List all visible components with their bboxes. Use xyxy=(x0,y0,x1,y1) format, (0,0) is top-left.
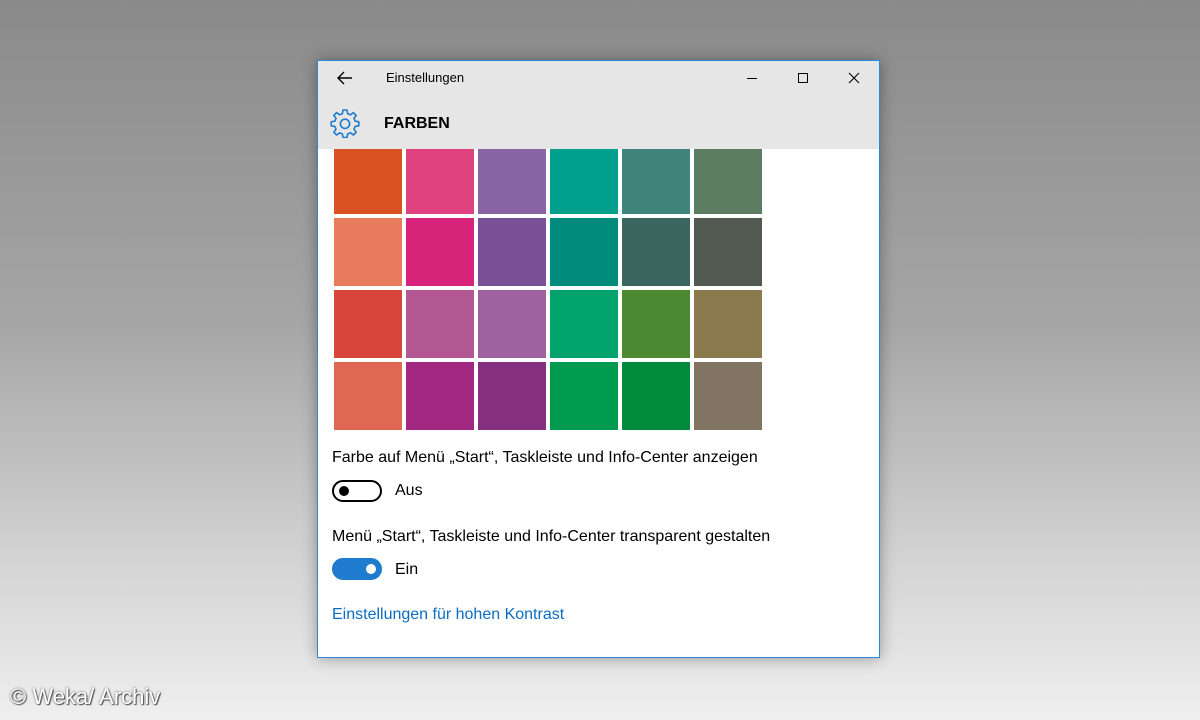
color-swatch[interactable] xyxy=(622,290,690,358)
color-swatch[interactable] xyxy=(334,362,402,430)
color-swatch[interactable] xyxy=(622,362,690,430)
show-color-toggle-state: Aus xyxy=(395,482,423,499)
color-swatch[interactable] xyxy=(406,362,474,430)
toggle-knob xyxy=(339,486,349,496)
title-bar: Einstellungen xyxy=(318,61,879,95)
high-contrast-settings-link[interactable]: Einstellungen für hohen Kontrast xyxy=(332,606,564,624)
show-color-toggle[interactable] xyxy=(332,480,382,502)
show-color-setting-label: Farbe auf Menü „Start“, Taskleiste und I… xyxy=(332,449,758,466)
window-title: Einstellungen xyxy=(386,70,465,85)
color-swatch[interactable] xyxy=(478,149,546,214)
back-button[interactable] xyxy=(328,63,362,93)
arrow-left-icon xyxy=(337,71,352,85)
color-swatch[interactable] xyxy=(622,149,690,214)
color-swatch[interactable] xyxy=(406,218,474,286)
color-swatch[interactable] xyxy=(694,149,762,214)
color-swatch[interactable] xyxy=(334,218,402,286)
transparency-setting-label: Menü „Start“, Taskleiste und Info-Center… xyxy=(332,528,771,545)
page-header: FARBEN xyxy=(318,95,879,149)
toggle-knob xyxy=(366,564,376,574)
color-swatch[interactable] xyxy=(406,290,474,358)
copyright-watermark: © Weka/ Archiv xyxy=(10,684,161,709)
transparency-toggle[interactable] xyxy=(332,558,382,580)
accent-color-grid xyxy=(334,149,766,433)
page-title: FARBEN xyxy=(384,115,450,132)
close-icon xyxy=(848,72,860,84)
close-button[interactable] xyxy=(830,61,878,95)
color-swatch[interactable] xyxy=(478,290,546,358)
color-swatch[interactable] xyxy=(478,218,546,286)
color-swatch[interactable] xyxy=(406,149,474,214)
minimize-button[interactable] xyxy=(728,61,776,95)
settings-window: Einstellungen FARBEN Farbe auf Menü „Sta… xyxy=(317,60,880,658)
minimize-icon xyxy=(747,78,757,79)
color-swatch[interactable] xyxy=(478,362,546,430)
color-swatch[interactable] xyxy=(550,290,618,358)
maximize-button[interactable] xyxy=(779,61,827,95)
transparency-toggle-state: Ein xyxy=(395,561,419,578)
color-swatch[interactable] xyxy=(694,290,762,358)
color-swatch[interactable] xyxy=(622,218,690,286)
color-swatch[interactable] xyxy=(694,218,762,286)
color-swatch[interactable] xyxy=(550,362,618,430)
color-swatch[interactable] xyxy=(334,290,402,358)
maximize-icon xyxy=(798,73,808,83)
gear-icon xyxy=(330,109,360,138)
color-swatch[interactable] xyxy=(550,149,618,214)
color-swatch[interactable] xyxy=(694,362,762,430)
color-swatch[interactable] xyxy=(334,149,402,214)
color-swatch[interactable] xyxy=(550,218,618,286)
